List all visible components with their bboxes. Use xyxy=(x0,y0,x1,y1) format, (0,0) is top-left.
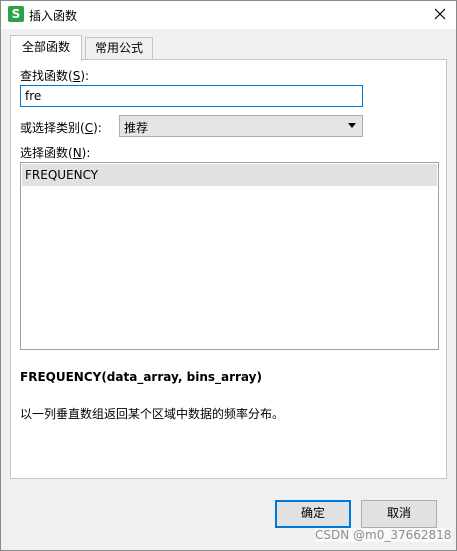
dropdown-arrow-icon xyxy=(348,123,356,128)
dialog-title: 插入函数 xyxy=(29,9,78,23)
cancel-button[interactable]: 取消 xyxy=(361,500,437,528)
wps-app-icon: S xyxy=(8,6,24,22)
search-label: 查找函数(S): xyxy=(20,69,90,83)
list-item[interactable]: FREQUENCY xyxy=(22,164,437,186)
insert-function-dialog: S 插入函数 全部函数 常用公式 查找函数(S): 或选择类别(C): 推荐 选… xyxy=(0,0,457,551)
watermark: CSDN @m0_37662818 xyxy=(315,528,452,542)
tab-common-formulas[interactable]: 常用公式 xyxy=(85,37,153,60)
function-list-label: 选择函数(N): xyxy=(20,146,91,160)
function-description: 以一列垂直数组返回某个区域中数据的频率分布。 xyxy=(20,407,285,421)
function-signature: FREQUENCY(data_array, bins_array) xyxy=(20,370,262,384)
function-search-input[interactable] xyxy=(20,85,363,107)
ok-button[interactable]: 确定 xyxy=(275,500,351,528)
category-select[interactable]: 推荐 xyxy=(119,115,363,137)
category-selected-value: 推荐 xyxy=(124,121,149,135)
category-label: 或选择类别(C): xyxy=(20,121,102,135)
tab-all-functions[interactable]: 全部函数 xyxy=(10,35,82,61)
tab-panel: 查找函数(S): 或选择类别(C): 推荐 选择函数(N): FREQUENCY… xyxy=(10,59,447,479)
title-bar: S 插入函数 xyxy=(1,1,456,29)
close-icon[interactable] xyxy=(429,4,451,24)
function-listbox[interactable]: FREQUENCY xyxy=(20,162,439,350)
